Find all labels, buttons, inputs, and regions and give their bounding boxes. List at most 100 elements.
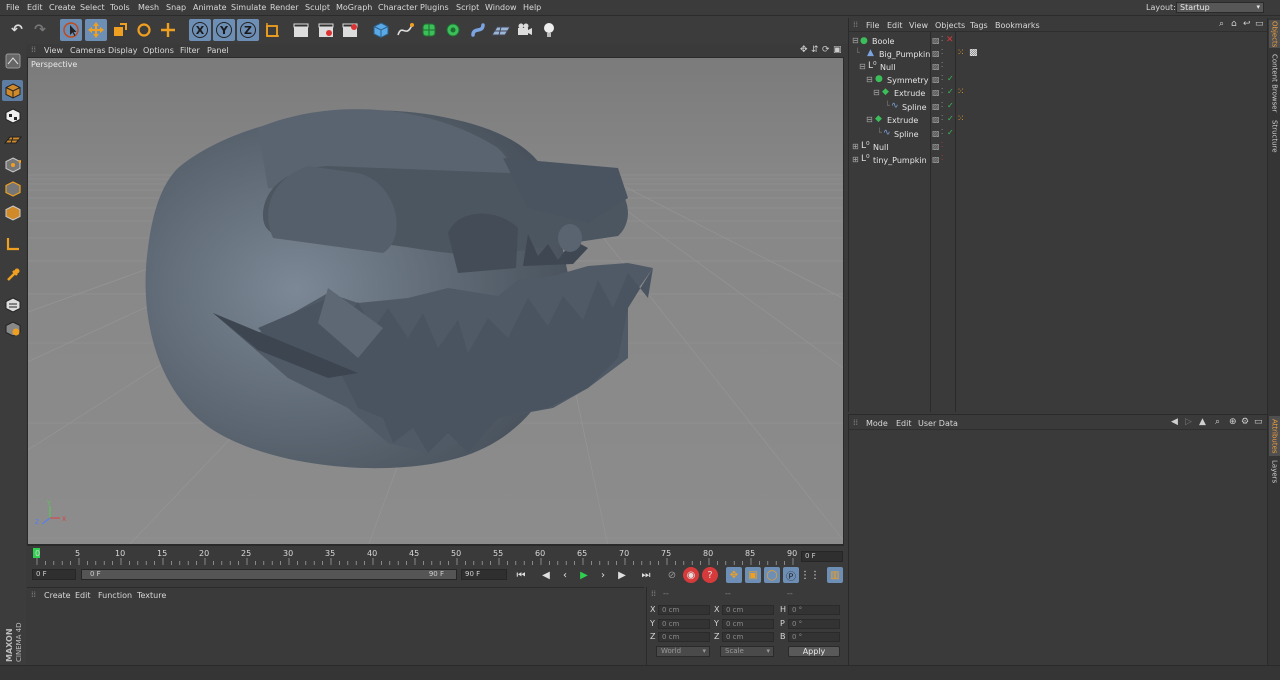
layout-select[interactable]: Startup ▾ [1176, 2, 1264, 13]
go-to-start-icon[interactable]: ⏮ [513, 567, 529, 583]
rotation-b-field[interactable]: 0 ° [788, 632, 840, 642]
settings-icon[interactable]: ⚙ [1241, 417, 1249, 427]
material-menu-function[interactable]: Function [98, 591, 132, 600]
current-frame-field[interactable]: 0 F [801, 551, 843, 562]
model-mode-icon[interactable] [2, 80, 23, 101]
rotate-view-icon[interactable]: ⟳ [822, 45, 830, 55]
position-z-field[interactable]: 0 cm [658, 632, 710, 642]
redo-icon[interactable]: ↷ [29, 19, 51, 41]
visibility-dots-icon[interactable]: ⁚ [941, 114, 943, 122]
next-key-icon[interactable]: ▶ [614, 567, 630, 583]
object-menu-bookmarks[interactable]: Bookmarks [995, 21, 1040, 30]
light-icon[interactable] [538, 19, 560, 41]
edges-mode-icon[interactable] [2, 178, 23, 199]
camera-icon[interactable] [514, 19, 536, 41]
render-settings-icon[interactable] [339, 19, 361, 41]
perspective-viewport[interactable]: Y X Z Perspective [27, 57, 844, 545]
visibility-dots-icon[interactable]: ⁚ [941, 74, 943, 82]
hidden-dots-icon[interactable]: ⁚ [941, 141, 943, 149]
expand-icon[interactable]: ⊞ [852, 142, 859, 151]
visibility-dots-icon[interactable]: ⁚ [941, 87, 943, 95]
material-menu-texture[interactable]: Texture [137, 591, 166, 600]
cube-primitive-icon[interactable] [370, 19, 392, 41]
record-active-objects-icon[interactable]: ⊘ [664, 567, 680, 583]
z-axis-lock-icon[interactable]: Z [237, 19, 259, 41]
object-row-tiny-pumpkin[interactable]: ⊞ L⁰ tiny_Pumpkin ▨ ⁚ [849, 154, 1268, 167]
attribute-menu-user-data[interactable]: User Data [918, 419, 958, 428]
search-icon[interactable]: ⌕ [1219, 19, 1224, 29]
menu-render[interactable]: Render [270, 3, 298, 12]
layer-icon[interactable]: ▨ [932, 129, 940, 138]
material-menu-edit[interactable]: Edit [75, 591, 91, 600]
collapse-icon[interactable]: ⊟ [866, 75, 873, 84]
apply-button[interactable]: Apply [788, 646, 840, 657]
menu-mograph[interactable]: MoGraph [336, 3, 372, 12]
render-to-picture-viewer-icon[interactable] [315, 19, 337, 41]
object-row-null[interactable]: ⊞ L⁰ Null ▨ ⁚ [849, 141, 1268, 154]
tab-content-browser[interactable]: Content Browser [1269, 50, 1280, 116]
layer-icon[interactable]: ▨ [932, 102, 940, 111]
visibility-dots-icon[interactable]: ⁚ [941, 35, 943, 43]
enabled-check-icon[interactable]: ✓ [947, 87, 954, 96]
viewport-menu-filter[interactable]: Filter [180, 46, 200, 55]
move-view-icon[interactable]: ✥ [800, 45, 808, 55]
end-frame-field[interactable]: 90 F [461, 569, 507, 580]
render-view-icon[interactable] [290, 19, 312, 41]
home-icon[interactable]: ⌂ [1231, 19, 1237, 29]
texture-mode-icon[interactable] [2, 105, 23, 126]
zoom-view-icon[interactable]: ⇵ [811, 45, 819, 55]
menu-help[interactable]: Help [523, 3, 541, 12]
expand-icon[interactable]: ⊞ [852, 155, 859, 164]
coordinate-space-select[interactable]: World ▾ [656, 646, 710, 657]
points-mode-icon[interactable] [2, 154, 23, 175]
menu-script[interactable]: Script [456, 3, 479, 12]
position-y-field[interactable]: 0 cm [658, 619, 710, 629]
object-row-extrude[interactable]: ⊟ ◆ Extrude ▨ ⁚ ✓ ⁙ [849, 114, 1268, 127]
tab-layers[interactable]: Layers [1269, 458, 1280, 486]
start-frame-field[interactable]: 0 F [32, 569, 76, 580]
layer-icon[interactable]: ▨ [932, 36, 940, 45]
enabled-check-icon[interactable]: ✓ [947, 128, 954, 137]
undo-icon[interactable]: ↶ [6, 19, 28, 41]
viewport-menu-view[interactable]: View [44, 46, 63, 55]
object-row-boole[interactable]: ⊟ ● Boole ▨ ⁚ ✕ [849, 35, 1268, 48]
cloner-icon[interactable] [442, 19, 464, 41]
previous-key-icon[interactable]: ◀ [538, 567, 554, 583]
viewport-menu-panel[interactable]: Panel [207, 46, 229, 55]
rotate-tool-icon[interactable] [133, 19, 155, 41]
size-y-field[interactable]: 0 cm [722, 619, 774, 629]
rotation-h-field[interactable]: 0 ° [788, 605, 840, 615]
hidden-dots-icon[interactable]: ⁚ [941, 154, 943, 162]
attribute-menu-mode[interactable]: Mode [866, 419, 888, 428]
autokeying-icon[interactable]: ◉ [683, 567, 699, 583]
toggle-view-icon[interactable]: ▣ [833, 45, 842, 55]
back-icon[interactable]: ↩ [1243, 19, 1251, 29]
collapse-icon[interactable]: ⊟ [852, 36, 859, 45]
forward-arrow-icon[interactable]: ▷ [1185, 417, 1192, 427]
object-row-big-pumpkin[interactable]: └ ▲ Big_Pumpkin ▨ ⁚ ⁙ ▩ [849, 48, 1268, 61]
frame-range-slider[interactable]: 0 F 90 F [81, 569, 457, 580]
menu-window[interactable]: Window [485, 3, 517, 12]
record-scale-icon[interactable]: ▣ [745, 567, 761, 583]
floor-icon[interactable] [490, 19, 512, 41]
disabled-x-icon[interactable]: ✕ [946, 35, 954, 45]
object-row-null[interactable]: ⊟ L⁰ Null ▨ ⁚ [849, 61, 1268, 74]
play-icon[interactable]: ▶ [576, 567, 592, 583]
size-z-field[interactable]: 0 cm [722, 632, 774, 642]
visibility-dots-icon[interactable]: ⁚ [941, 48, 943, 56]
texture-tag-icon[interactable]: ▩ [969, 48, 978, 58]
record-pla-icon[interactable]: ⋮⋮ [800, 567, 820, 583]
previous-frame-icon[interactable]: ‹ [557, 567, 573, 583]
recent-tools-icon[interactable] [157, 19, 179, 41]
menu-sculpt[interactable]: Sculpt [305, 3, 330, 12]
collapse-icon[interactable]: ⊟ [866, 115, 873, 124]
object-row-spline[interactable]: └ ∿ Spline ▨ ⁚ ✓ [849, 128, 1268, 141]
y-axis-lock-icon[interactable]: Y [213, 19, 235, 41]
back-arrow-icon[interactable]: ◀ [1171, 417, 1178, 427]
viewport-menu-options[interactable]: Options [143, 46, 174, 55]
object-menu-tags[interactable]: Tags [970, 21, 988, 30]
layer-icon[interactable]: ▨ [932, 155, 940, 164]
visibility-dots-icon[interactable]: ⁚ [941, 101, 943, 109]
object-menu-objects[interactable]: Objects [935, 21, 965, 30]
live-selection-icon[interactable] [60, 19, 82, 41]
